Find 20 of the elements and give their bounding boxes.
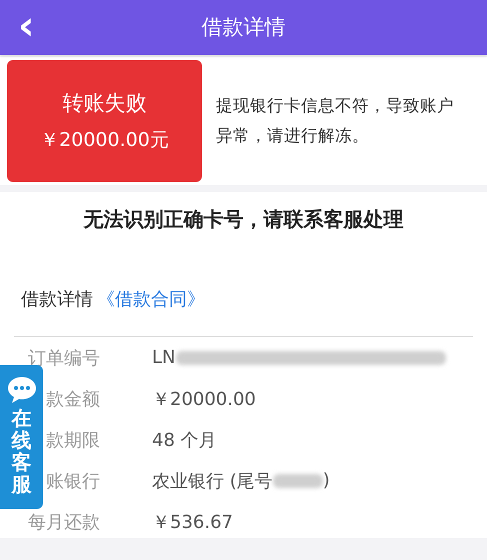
section-title: 借款详情 bbox=[21, 288, 93, 311]
page-title: 借款详情 bbox=[202, 14, 286, 41]
status-title: 转账失败 bbox=[62, 90, 146, 117]
field-value: 48 个月 bbox=[152, 428, 217, 452]
field-value: LN bbox=[152, 347, 176, 368]
field-label: 款金额 bbox=[45, 388, 100, 410]
field-value: ￥536.67 bbox=[152, 510, 233, 534]
blurred-text bbox=[272, 474, 323, 488]
chat-bubble-icon bbox=[6, 375, 38, 405]
back-button[interactable]: ‹ bbox=[18, 6, 34, 50]
amount-text: ￥20000.00元 bbox=[40, 128, 169, 153]
field-value: ) bbox=[322, 470, 330, 491]
field-value: ￥20000.00 bbox=[152, 388, 256, 410]
online-service-button[interactable]: 在线客服 bbox=[0, 365, 43, 509]
field-label: 每月还款 bbox=[27, 510, 100, 534]
contract-link[interactable]: 《借款合同》 bbox=[97, 287, 205, 311]
field-value: 农业银行 (尾号 bbox=[152, 470, 273, 492]
status-message: 提现银行卡信息不符，导致账户异常，请进行解冻。 bbox=[216, 95, 455, 147]
notice-heading: 无法识别正确卡号，请联系客服处理 bbox=[82, 206, 404, 233]
field-label: 账银行 bbox=[45, 470, 100, 492]
